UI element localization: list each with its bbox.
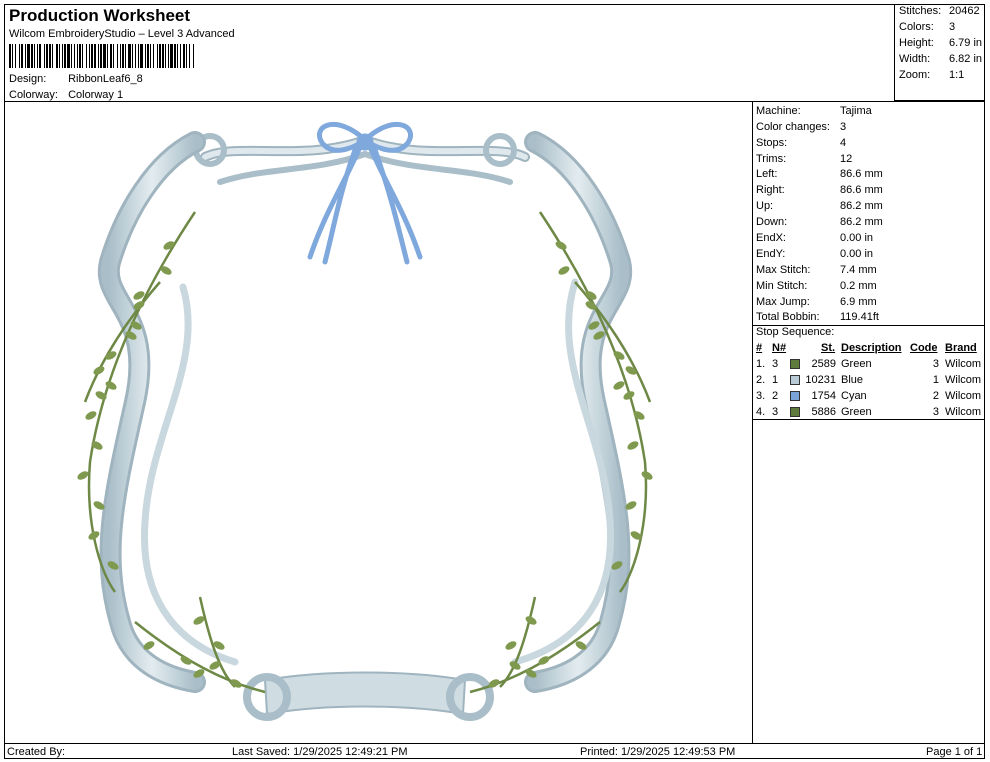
design-barcode	[9, 44, 195, 68]
leaf	[93, 366, 105, 375]
stop-row: 3. 2 1754 Cyan 2 Wilcom	[756, 390, 986, 404]
last-saved: Last Saved: 1/29/2025 12:49:21 PM	[232, 746, 408, 758]
leaf	[85, 411, 97, 420]
stop-index: 2.	[756, 374, 766, 386]
colors-stat: Colors: 3	[899, 21, 956, 33]
leaf	[505, 641, 517, 650]
stop-index: 4.	[756, 406, 766, 418]
stop-needle: 3	[772, 406, 779, 418]
design-row: Design: RibbonLeaf6_8	[9, 73, 143, 85]
header-stitches: St.	[821, 342, 836, 354]
ribbon-frame	[97, 131, 633, 721]
stop-stitches: 10231	[805, 374, 836, 386]
stop-stitches: 5886	[811, 406, 836, 418]
thread-color-swatch	[790, 375, 800, 385]
up-row: Up: 86.2 mm	[756, 200, 883, 212]
endy-row: EndY: 0.00 in	[756, 248, 874, 260]
page-number: Page 1 of 1	[926, 746, 983, 758]
leaf	[77, 471, 89, 480]
embroidery-design-svg	[77, 121, 653, 721]
header-num: #	[756, 342, 763, 354]
stop-stitches: 1754	[811, 390, 836, 402]
colorway-value: Colorway 1	[68, 89, 124, 101]
trims-row: Trims: 12	[756, 153, 853, 165]
header-needle: N#	[772, 342, 787, 354]
leaf	[613, 381, 625, 390]
thread-color-swatch	[790, 407, 800, 417]
stop-sequence-title: Stop Sequence:	[756, 326, 835, 338]
stop-code: 3	[932, 358, 939, 370]
design-label: Design:	[9, 73, 47, 85]
header-brand: Brand	[945, 342, 977, 354]
stop-index: 3.	[756, 390, 766, 402]
stop-brand: Wilcom	[945, 358, 982, 370]
stop-code: 1	[932, 374, 939, 386]
stop-code: 2	[932, 390, 939, 402]
footer-divider	[4, 743, 985, 744]
leaf	[230, 679, 242, 688]
stop-description: Cyan	[841, 390, 867, 402]
machine-row: Machine: Tajima	[756, 105, 872, 117]
stop-row: 1. 3 2589 Green 3 Wilcom	[756, 358, 986, 372]
width-stat: Width: 6.82 in	[899, 53, 983, 65]
stitches-stat: Stitches: 20462	[899, 5, 980, 17]
design-value: RibbonLeaf6_8	[68, 73, 143, 85]
thread-color-swatch	[790, 391, 800, 401]
created-by: Created By:	[7, 746, 66, 758]
leaf	[558, 266, 570, 275]
stop-needle: 3	[772, 358, 779, 370]
leaf	[627, 441, 639, 450]
leaf	[163, 241, 175, 250]
min-stitch-row: Min Stitch: 0.2 mm	[756, 280, 877, 292]
stop-brand: Wilcom	[945, 406, 982, 418]
worksheet-title: Production Worksheet	[9, 6, 191, 25]
stop-needle: 1	[772, 374, 779, 386]
header-description: Description	[841, 342, 902, 354]
leaf	[105, 351, 117, 360]
barcode-bar	[194, 44, 195, 68]
stop-description: Blue	[841, 374, 864, 386]
stop-brand: Wilcom	[945, 374, 982, 386]
leaf	[625, 366, 637, 375]
zoom-stat: Zoom: 1:1	[899, 69, 965, 81]
ribbon-bow	[307, 121, 423, 265]
color-changes-row: Color changes: 3	[756, 121, 847, 133]
max-jump-row: Max Jump: 6.9 mm	[756, 296, 877, 308]
max-stitch-row: Max Stitch: 7.4 mm	[756, 264, 877, 276]
stops-row: Stops: 4	[756, 137, 847, 149]
panel-divider	[752, 101, 753, 743]
left-row: Left: 86.6 mm	[756, 168, 883, 180]
stop-row: 4. 3 5886 Green 3 Wilcom	[756, 406, 986, 420]
total-bobbin-row: Total Bobbin: 119.41ft	[756, 311, 879, 323]
stop-needle: 2	[772, 390, 779, 402]
height-stat: Height: 6.79 in	[899, 37, 983, 49]
header-code: Code	[910, 342, 938, 354]
right-row: Right: 86.6 mm	[756, 184, 883, 196]
stop-stitches: 2589	[811, 358, 836, 370]
stop-description: Green	[841, 406, 872, 418]
down-row: Down: 86.2 mm	[756, 216, 883, 228]
printed-date: Printed: 1/29/2025 12:49:53 PM	[580, 746, 736, 758]
stop-brand: Wilcom	[945, 390, 982, 402]
endx-row: EndX: 0.00 in	[756, 232, 874, 244]
stop-table-header: # N# St. Description Code Brand	[756, 342, 986, 356]
stop-description: Green	[841, 358, 872, 370]
software-name: Wilcom EmbroideryStudio – Level 3 Advanc…	[9, 28, 235, 40]
stop-index: 1.	[756, 358, 766, 370]
leaf	[555, 241, 567, 250]
colorway-row: Colorway: Colorway 1	[9, 89, 123, 101]
design-preview	[5, 102, 752, 743]
stop-row: 2. 1 10231 Blue 1 Wilcom	[756, 374, 986, 388]
colorway-label: Colorway:	[9, 89, 58, 101]
top-stats-box: Stitches: 20462 Colors: 3 Height: 6.79 in W…	[894, 4, 985, 101]
thread-color-swatch	[790, 359, 800, 369]
stop-table-bottom-line	[753, 419, 985, 420]
stop-code: 3	[932, 406, 939, 418]
